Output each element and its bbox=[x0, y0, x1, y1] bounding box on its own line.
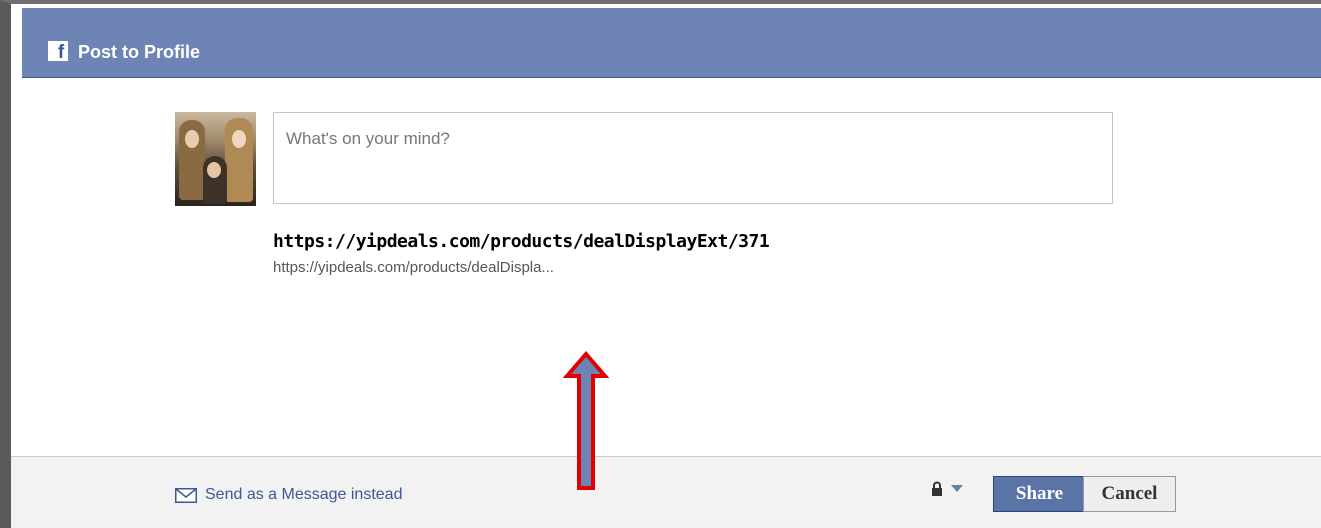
link-preview-title[interactable]: https://yipdeals.com/products/dealDispla… bbox=[273, 230, 770, 254]
avatar[interactable] bbox=[175, 112, 256, 206]
dialog-footer: Send as a Message instead Share Cancel bbox=[11, 456, 1321, 528]
dialog-titlebar: f Post to Profile bbox=[22, 8, 1321, 78]
facebook-f-icon: f bbox=[48, 41, 68, 61]
share-button[interactable]: Share bbox=[993, 476, 1086, 512]
envelope-icon bbox=[175, 487, 197, 503]
send-as-message-link[interactable]: Send as a Message instead bbox=[175, 486, 402, 504]
privacy-selector[interactable] bbox=[931, 481, 963, 496]
cancel-button[interactable]: Cancel bbox=[1083, 476, 1176, 512]
send-as-message-label: Send as a Message instead bbox=[205, 486, 403, 503]
chevron-down-icon bbox=[951, 484, 963, 492]
link-preview-url: https://yipdeals.com/products/dealDispla… bbox=[273, 259, 554, 276]
lock-icon bbox=[932, 481, 942, 496]
status-input[interactable]: What's on your mind? bbox=[273, 112, 1113, 204]
annotation-arrow bbox=[563, 350, 609, 490]
dialog-title: Post to Profile bbox=[78, 42, 201, 62]
post-to-profile-dialog: f Post to Profile bbox=[0, 0, 1321, 528]
